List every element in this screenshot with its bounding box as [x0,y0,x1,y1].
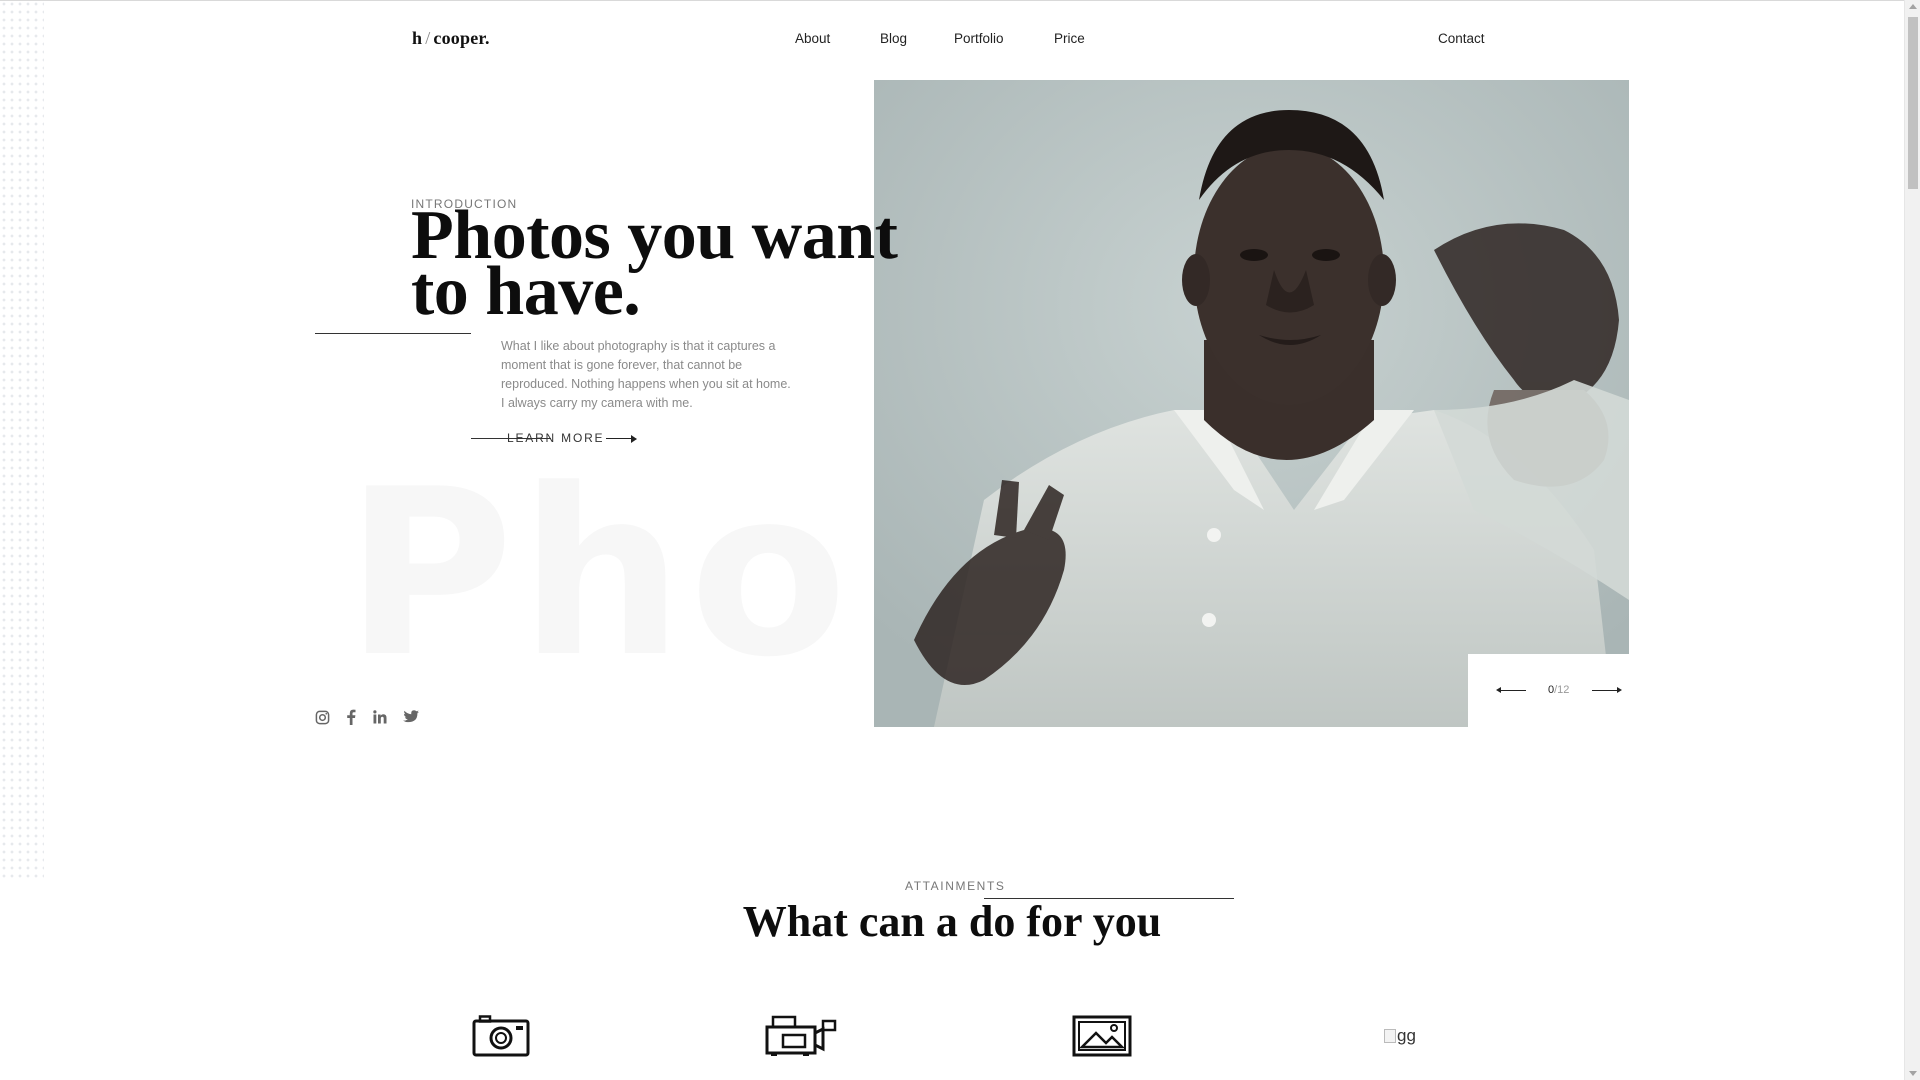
scroll-thumb[interactable] [1908,17,1918,189]
hero-title: Photos you want to have. [411,201,911,327]
attainments-label: ATTAINMENTS [905,879,1006,893]
arrow-right-icon [631,435,637,443]
logo[interactable]: h / cooper. [412,28,490,49]
title-divider [315,333,471,334]
attainments-title: What can a do for you [742,897,1162,946]
hero-photo [874,80,1629,727]
logo-initial: h [412,28,423,48]
nav-portfolio[interactable]: Portfolio [954,31,1004,46]
broken-image: gg [1384,1026,1416,1046]
broken-image-icon [1384,1029,1396,1043]
linkedin-icon[interactable] [371,708,389,726]
nav-price[interactable]: Price [1054,31,1085,46]
scroll-down-icon[interactable] [1909,1071,1917,1076]
logo-slash: / [425,28,431,48]
instagram-icon[interactable] [313,708,331,726]
slider-prev-button[interactable] [1496,684,1526,696]
slider-controls: 0/12 [1468,654,1630,728]
hero-description: What I like about photography is that it… [501,339,791,410]
slider-next-button[interactable] [1592,684,1622,696]
portrait-illustration [874,80,1629,727]
video-camera-icon [765,1015,837,1062]
scroll-up-icon[interactable] [1909,4,1917,9]
picture-icon [1072,1015,1132,1062]
scrollbar[interactable] [1904,0,1920,1080]
nav-contact[interactable]: Contact [1438,31,1485,46]
top-border [0,0,1904,1]
slide-counter: 0/12 [1548,684,1569,696]
slide-total: /12 [1554,684,1570,696]
arrow-right-icon [1617,687,1622,693]
camera-icon [472,1015,530,1062]
learn-more-link[interactable]: LEARN MORE [471,431,641,449]
dot-pattern [0,0,44,880]
hero-background-word: Photo [345,460,855,690]
nav-blog[interactable]: Blog [880,31,907,46]
broken-image-alt: gg [1397,1026,1416,1045]
learn-more-label: LEARN MORE [507,431,605,445]
nav-about[interactable]: About [795,31,830,46]
facebook-icon[interactable] [342,708,360,726]
twitter-icon[interactable] [402,708,420,726]
logo-name: cooper. [433,28,490,48]
